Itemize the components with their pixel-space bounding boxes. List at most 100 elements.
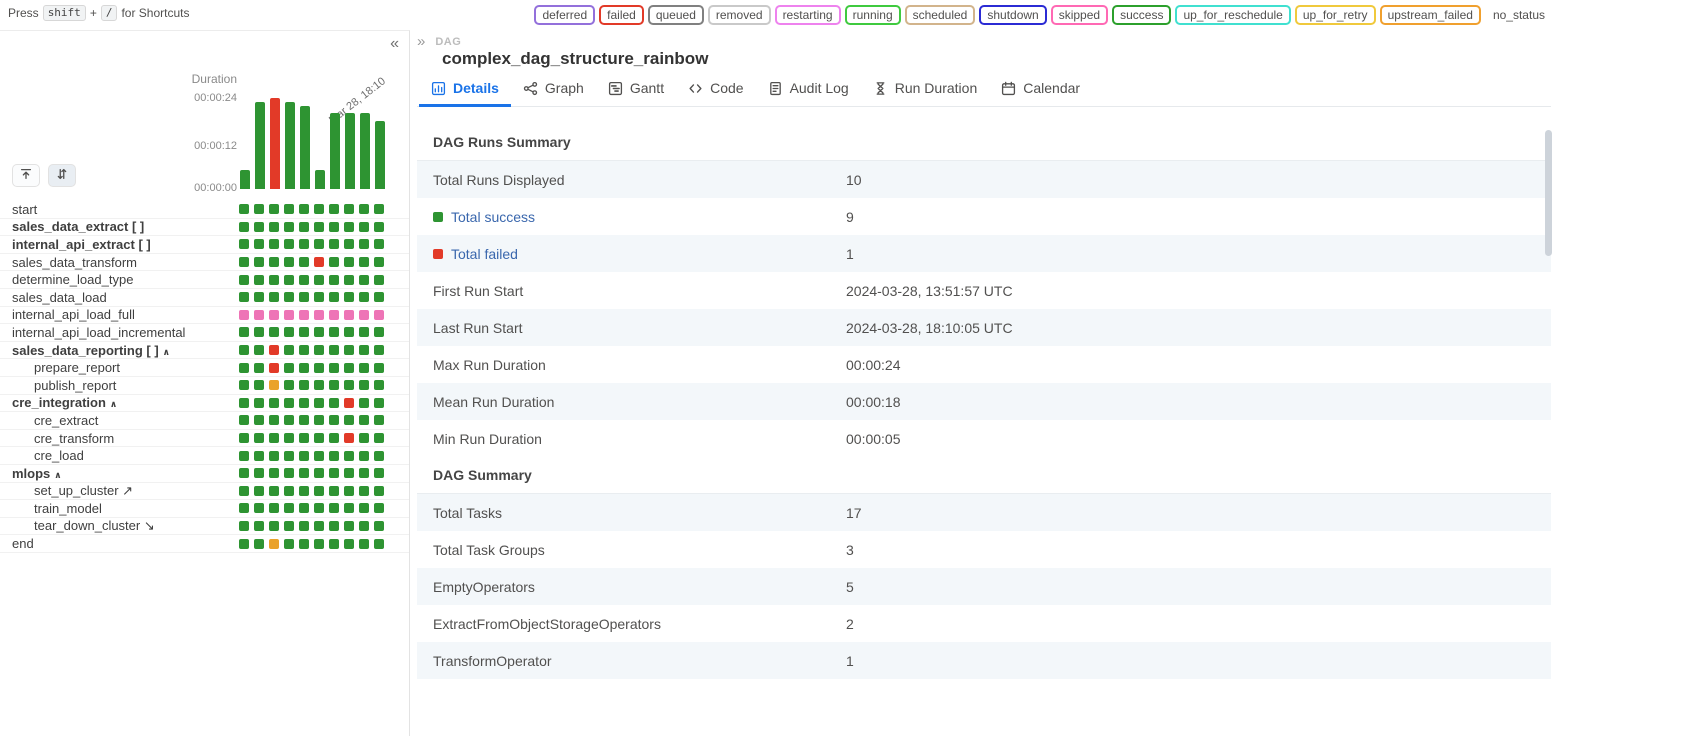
task-instance-square-success[interactable] <box>299 363 309 373</box>
task-instance-square-success[interactable] <box>299 222 309 232</box>
task-instance-square-success[interactable] <box>299 239 309 249</box>
task-instance-square-success[interactable] <box>284 363 294 373</box>
task-instance-square-success[interactable] <box>314 345 324 355</box>
task-instance-square-success[interactable] <box>299 292 309 302</box>
task-instance-square-success[interactable] <box>374 292 384 302</box>
task-label-prepare_report[interactable]: prepare_report <box>0 360 239 375</box>
task-instance-square-success[interactable] <box>269 327 279 337</box>
task-label-sales_data_transform[interactable]: sales_data_transform <box>0 255 239 270</box>
task-instance-square-success[interactable] <box>254 415 264 425</box>
task-instance-square-success[interactable] <box>329 539 339 549</box>
task-instance-square-skipped[interactable] <box>254 310 264 320</box>
task-instance-square-success[interactable] <box>344 257 354 267</box>
legend-badge-deferred[interactable]: deferred <box>534 5 595 25</box>
row-label[interactable]: Total failed <box>451 246 518 262</box>
task-instance-square-skipped[interactable] <box>299 310 309 320</box>
task-instance-square-success[interactable] <box>344 239 354 249</box>
task-instance-square-success[interactable] <box>269 398 279 408</box>
tab-details[interactable]: Details <box>419 72 511 107</box>
task-instance-square-success[interactable] <box>299 486 309 496</box>
legend-badge-queued[interactable]: queued <box>648 5 704 25</box>
task-instance-square-success[interactable] <box>239 222 249 232</box>
task-instance-square-success[interactable] <box>239 327 249 337</box>
legend-badge-restarting[interactable]: restarting <box>775 5 841 25</box>
task-instance-square-success[interactable] <box>254 521 264 531</box>
task-instance-square-success[interactable] <box>284 486 294 496</box>
tab-run-duration[interactable]: Run Duration <box>861 72 990 107</box>
task-instance-square-success[interactable] <box>329 239 339 249</box>
task-instance-square-success[interactable] <box>374 433 384 443</box>
task-instance-square-success[interactable] <box>284 380 294 390</box>
task-instance-square-success[interactable] <box>284 292 294 302</box>
task-instance-square-skipped[interactable] <box>329 310 339 320</box>
task-instance-square-success[interactable] <box>254 275 264 285</box>
task-instance-square-success[interactable] <box>284 257 294 267</box>
task-instance-square-success[interactable] <box>374 468 384 478</box>
vertical-scrollbar-thumb[interactable] <box>1545 130 1552 256</box>
task-instance-square-success[interactable] <box>269 415 279 425</box>
task-instance-square-success[interactable] <box>374 415 384 425</box>
task-instance-square-success[interactable] <box>269 257 279 267</box>
task-instance-square-success[interactable] <box>254 204 264 214</box>
task-instance-square-success[interactable] <box>254 468 264 478</box>
task-label-internal_api_extract[interactable]: internal_api_extract [ ] <box>0 237 239 252</box>
task-instance-square-success[interactable] <box>239 433 249 443</box>
task-instance-square-success[interactable] <box>269 503 279 513</box>
task-instance-square-success[interactable] <box>284 345 294 355</box>
task-instance-square-success[interactable] <box>374 380 384 390</box>
task-instance-square-success[interactable] <box>269 521 279 531</box>
task-instance-square-success[interactable] <box>359 451 369 461</box>
task-instance-square-success[interactable] <box>344 292 354 302</box>
task-instance-square-success[interactable] <box>269 433 279 443</box>
task-instance-square-success[interactable] <box>344 275 354 285</box>
task-label-cre_load[interactable]: cre_load <box>0 448 239 463</box>
task-instance-square-success[interactable] <box>329 398 339 408</box>
task-instance-square-success[interactable] <box>299 345 309 355</box>
task-instance-square-success[interactable] <box>314 468 324 478</box>
task-label-set_up_cluster[interactable]: set_up_cluster ↗ <box>0 483 239 499</box>
task-instance-square-success[interactable] <box>254 292 264 302</box>
task-instance-square-success[interactable] <box>254 363 264 373</box>
collapse-grid-panel-button[interactable]: « <box>390 36 399 52</box>
dag-run-bar-4[interactable] <box>285 102 295 189</box>
task-instance-square-success[interactable] <box>299 503 309 513</box>
task-instance-square-failed[interactable] <box>314 257 324 267</box>
task-instance-square-success[interactable] <box>254 257 264 267</box>
task-instance-square-success[interactable] <box>254 239 264 249</box>
legend-badge-up_for_reschedule[interactable]: up_for_reschedule <box>1175 5 1290 25</box>
task-instance-square-success[interactable] <box>239 292 249 302</box>
task-instance-square-success[interactable] <box>329 204 339 214</box>
task-instance-square-success[interactable] <box>254 398 264 408</box>
tab-code[interactable]: Code <box>676 72 755 107</box>
tab-audit-log[interactable]: Audit Log <box>756 72 861 107</box>
expand-task-groups-button[interactable] <box>48 164 76 187</box>
task-instance-square-success[interactable] <box>344 363 354 373</box>
task-instance-square-success[interactable] <box>269 468 279 478</box>
legend-badge-up_for_retry[interactable]: up_for_retry <box>1295 5 1376 25</box>
task-instance-square-success[interactable] <box>239 451 249 461</box>
task-instance-square-success[interactable] <box>329 468 339 478</box>
task-label-publish_report[interactable]: publish_report <box>0 378 239 393</box>
task-label-cre_integration[interactable]: cre_integration∧ <box>0 395 239 410</box>
task-instance-square-success[interactable] <box>374 327 384 337</box>
dag-run-bar-8[interactable] <box>345 113 355 189</box>
task-label-cre_transform[interactable]: cre_transform <box>0 431 239 446</box>
task-instance-square-success[interactable] <box>239 468 249 478</box>
task-instance-square-success[interactable] <box>374 503 384 513</box>
task-instance-square-up_for_retry[interactable] <box>269 539 279 549</box>
collapse-caret-icon[interactable]: ∧ <box>54 470 61 480</box>
task-instance-square-success[interactable] <box>269 275 279 285</box>
task-instance-square-skipped[interactable] <box>344 310 354 320</box>
task-instance-square-success[interactable] <box>359 468 369 478</box>
task-instance-square-success[interactable] <box>239 345 249 355</box>
dag-run-bar-7[interactable] <box>330 113 340 189</box>
task-instance-square-success[interactable] <box>314 292 324 302</box>
task-instance-square-failed[interactable] <box>269 363 279 373</box>
task-instance-square-success[interactable] <box>344 380 354 390</box>
task-instance-square-success[interactable] <box>299 380 309 390</box>
task-instance-square-success[interactable] <box>359 486 369 496</box>
legend-badge-running[interactable]: running <box>845 5 901 25</box>
task-instance-square-success[interactable] <box>239 257 249 267</box>
task-instance-square-success[interactable] <box>359 222 369 232</box>
task-instance-square-success[interactable] <box>329 275 339 285</box>
